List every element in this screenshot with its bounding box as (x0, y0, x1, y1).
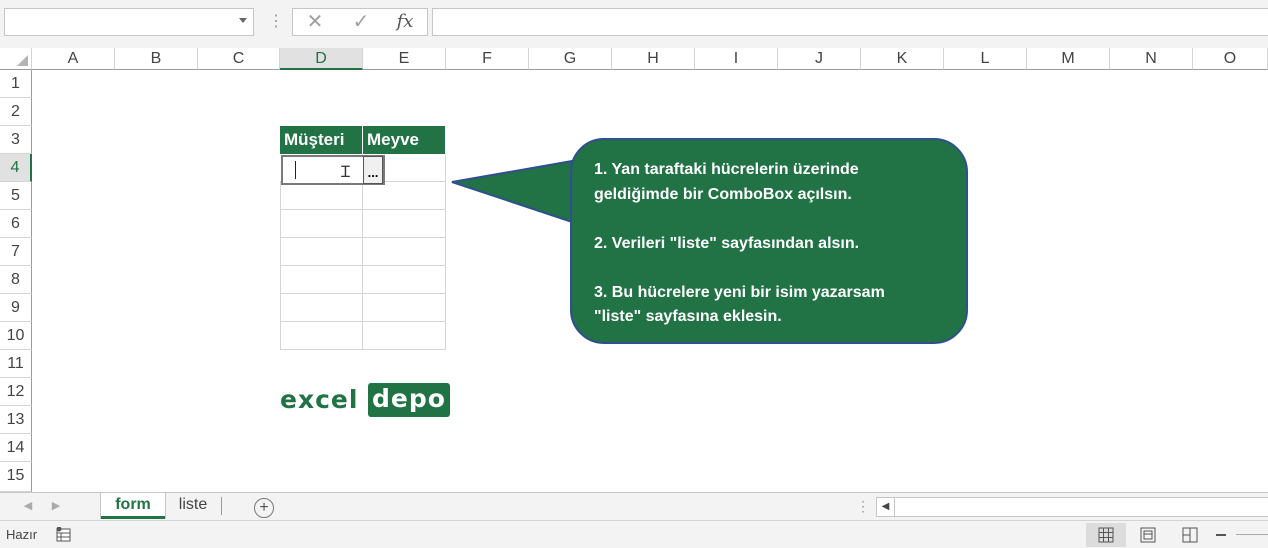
status-text: Hazır (6, 527, 38, 542)
sheet-tab-form[interactable]: form (101, 493, 165, 519)
next-sheet-icon[interactable]: ▶ (50, 498, 62, 514)
formula-input[interactable] (432, 8, 1268, 36)
column-header-l[interactable]: L (944, 48, 1027, 70)
table-cell[interactable] (280, 266, 363, 294)
column-header-b[interactable]: B (115, 48, 198, 70)
row-header-3[interactable]: 3 (0, 126, 32, 154)
sheet-tabs-bar: ◀ ▶ form liste + ⋮ ◀ (0, 492, 1268, 520)
table-cell[interactable] (280, 322, 363, 350)
worksheet-grid[interactable]: A B C D E F G H I J K L M N O 1 2 3 4 5 … (0, 48, 1268, 492)
table-header-musteri[interactable]: Müşteri (280, 126, 363, 154)
column-header-i[interactable]: I (695, 48, 778, 70)
column-header-k[interactable]: K (861, 48, 944, 70)
column-header-g[interactable]: G (529, 48, 612, 70)
callout-line: 3. Bu hücrelere yeni bir isim yazarsam (594, 283, 885, 301)
page-break-view-icon (1182, 527, 1198, 543)
row-header-2[interactable]: 2 (0, 98, 32, 126)
table-cell[interactable] (363, 266, 446, 294)
column-header-m[interactable]: M (1027, 48, 1110, 70)
row-header-1[interactable]: 1 (0, 70, 32, 98)
callout-line: "liste" sayfasına eklesin. (594, 308, 782, 325)
formula-buttons: ✕ ✓ fx (292, 8, 428, 36)
zoom-out-icon[interactable] (1216, 534, 1226, 536)
normal-view-button[interactable] (1086, 523, 1126, 547)
macro-recording-icon[interactable] (56, 527, 72, 542)
table-cell[interactable] (363, 322, 446, 350)
enter-icon[interactable]: ✓ (347, 11, 375, 33)
column-header-j[interactable]: J (778, 48, 861, 70)
chevron-down-icon[interactable] (239, 18, 247, 23)
column-header-a[interactable]: A (32, 48, 115, 70)
select-all-button[interactable] (0, 48, 32, 70)
callout-pointer (451, 158, 579, 226)
horizontal-scrollbar[interactable]: ◀ (876, 497, 1268, 517)
callout-line: geldiğimde bir ComboBox açılsın. (594, 185, 852, 203)
status-bar: Hazır (0, 520, 1268, 548)
callout-line: 1. Yan taraftaki hücrelerin üzerinde (594, 161, 859, 178)
callout-line: 2. Verileri "liste" sayfasından alsın. (594, 234, 860, 252)
table-cell[interactable] (363, 182, 446, 210)
column-header-h[interactable]: H (612, 48, 695, 70)
row-header-15[interactable]: 15 (0, 462, 32, 492)
select-all-icon (17, 55, 28, 66)
table-cell[interactable] (280, 238, 363, 266)
row-header-5[interactable]: 5 (0, 182, 32, 210)
callout-line (594, 207, 946, 232)
row-header-12[interactable]: 12 (0, 378, 32, 406)
column-header-d[interactable]: D (280, 48, 363, 70)
table-cell[interactable] (280, 210, 363, 238)
zoom-slider[interactable] (1236, 534, 1268, 535)
logo-text-depo: depo (368, 383, 450, 417)
column-header-e[interactable]: E (363, 48, 446, 70)
formula-bar: ⋮ ✕ ✓ fx (0, 0, 1268, 48)
page-break-view-button[interactable] (1170, 523, 1210, 547)
column-header-c[interactable]: C (198, 48, 280, 70)
page-layout-view-button[interactable] (1128, 523, 1168, 547)
table-header-meyve[interactable]: Meyve (363, 126, 446, 154)
column-header-f[interactable]: F (446, 48, 529, 70)
previous-sheet-icon[interactable]: ◀ (22, 498, 34, 514)
table-cell[interactable] (363, 238, 446, 266)
table-cell[interactable] (280, 182, 363, 210)
table-cell[interactable] (363, 210, 446, 238)
page-layout-view-icon (1140, 527, 1156, 543)
normal-view-icon (1098, 527, 1114, 543)
name-box[interactable] (4, 8, 254, 36)
instruction-callout: 1. Yan taraftaki hücrelerin üzerinde gel… (570, 138, 968, 344)
row-header-6[interactable]: 6 (0, 210, 32, 238)
logo-text-excel: excel (280, 385, 359, 414)
insert-function-icon[interactable]: fx (391, 11, 419, 33)
text-cursor-icon: Ɪ (341, 162, 350, 181)
scrollbar-resize-handle[interactable]: ⋮ (856, 498, 870, 514)
add-sheet-icon[interactable]: + (254, 498, 274, 518)
formula-bar-resize-handle[interactable]: ⋮ (268, 12, 284, 32)
row-header-7[interactable]: 7 (0, 238, 32, 266)
table-cell[interactable] (280, 294, 363, 322)
cancel-icon[interactable]: ✕ (301, 11, 329, 33)
row-header-10[interactable]: 10 (0, 322, 32, 350)
row-header-4[interactable]: 4 (0, 154, 32, 182)
excel-window: ⋮ ✕ ✓ fx A B C D E F G H I J K L M N O 1… (0, 0, 1268, 548)
row-header-8[interactable]: 8 (0, 266, 32, 294)
dropdown-button[interactable]: ... (363, 156, 383, 184)
row-header-11[interactable]: 11 (0, 350, 32, 378)
column-header-o[interactable]: O (1193, 48, 1268, 70)
text-caret (295, 161, 296, 179)
row-header-9[interactable]: 9 (0, 294, 32, 322)
callout-line (594, 256, 946, 281)
row-header-13[interactable]: 13 (0, 406, 32, 434)
tab-divider (221, 497, 222, 515)
column-header-n[interactable]: N (1110, 48, 1193, 70)
scroll-left-icon[interactable]: ◀ (877, 498, 895, 516)
table-cell[interactable] (363, 294, 446, 322)
row-header-14[interactable]: 14 (0, 434, 32, 462)
sheet-tab-liste[interactable]: liste (166, 493, 220, 519)
